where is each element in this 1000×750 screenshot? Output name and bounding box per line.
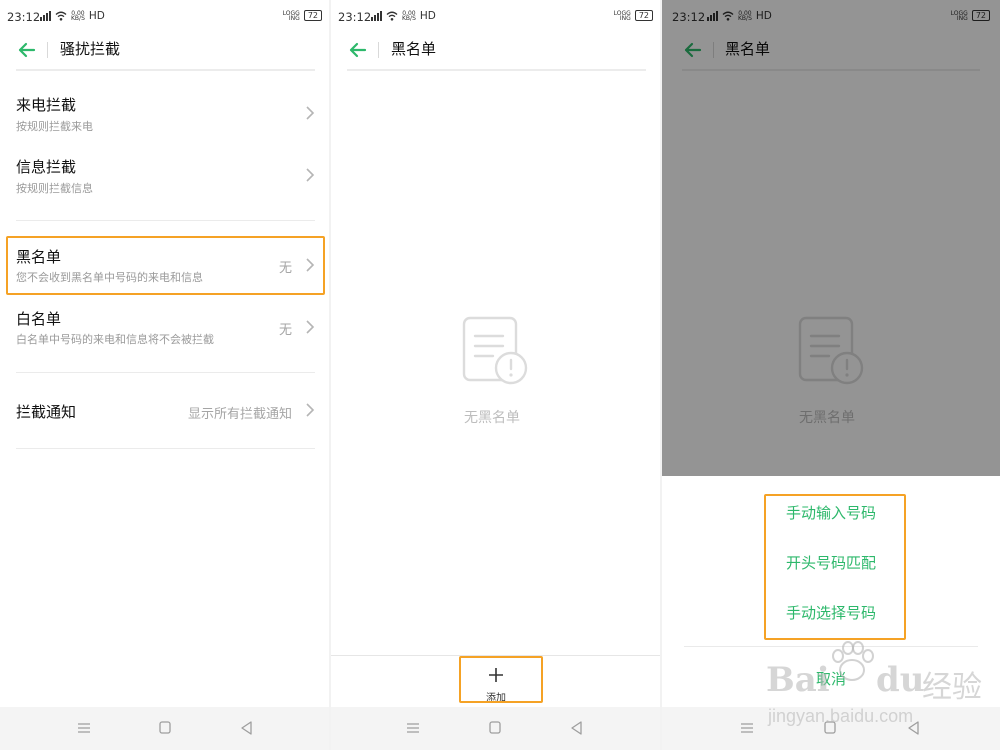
page-title: 黑名单 xyxy=(391,40,437,58)
page-title: 骚扰拦截 xyxy=(60,40,121,58)
item-title: 黑名单 xyxy=(16,248,62,266)
chevron-right-icon xyxy=(306,168,315,182)
menu-icon[interactable] xyxy=(738,720,756,736)
item-value: 无 xyxy=(278,323,292,338)
section-divider xyxy=(16,372,315,373)
dim-overlay[interactable] xyxy=(662,0,1000,476)
harassment-block-screen: 23:12 0.00 KB/S HD LOGG ING 72 骚扰拦截 来电拦截 按… xyxy=(0,0,329,750)
logging-indicator: LOGG ING xyxy=(613,9,631,22)
item-subtitle: 您不会收到黑名单中号码的来电和信息 xyxy=(16,271,203,284)
section-divider xyxy=(16,448,315,449)
header-divider xyxy=(378,42,379,58)
network-speed: 0.00 KB/S xyxy=(71,10,85,22)
empty-document-icon xyxy=(462,316,528,385)
blacklist-item[interactable]: 黑名单 您不会收到黑名单中号码的来电和信息 无 xyxy=(0,240,329,292)
bottom-action-bar: 添加 xyxy=(331,655,660,707)
blacklist-screen: 23:12 0.00 KB/S HD LOGG ING 72 黑名单 无黑名单 … xyxy=(331,0,660,750)
logging-indicator: LOGG ING xyxy=(282,9,300,22)
home-icon[interactable] xyxy=(156,720,174,736)
chevron-right-icon xyxy=(306,106,315,120)
chevron-right-icon xyxy=(306,258,315,272)
item-title: 拦截通知 xyxy=(16,403,77,421)
plus-icon xyxy=(489,668,503,682)
prefix-match-option[interactable]: 开头号码匹配 xyxy=(662,552,1000,573)
add-label: 添加 xyxy=(486,693,506,704)
watermark-du: du xyxy=(876,660,925,700)
item-value: 无 xyxy=(278,261,292,276)
message-block-item[interactable]: 信息拦截 按规则拦截信息 xyxy=(0,150,329,208)
item-subtitle: 按规则拦截信息 xyxy=(16,182,93,195)
call-block-item[interactable]: 来电拦截 按规则拦截来电 xyxy=(0,88,329,146)
hd-indicator: HD xyxy=(88,10,105,22)
screenshot-collage: 23:12 0.00 KB/S HD LOGG ING 72 骚扰拦截 来电拦截 按… xyxy=(0,0,1000,750)
wifi-icon xyxy=(386,11,398,21)
back-triangle-icon[interactable] xyxy=(238,720,256,736)
header-divider xyxy=(47,42,48,58)
chevron-right-icon xyxy=(306,403,315,417)
section-divider xyxy=(16,220,315,221)
status-bar: 23:12 0.00 KB/S HD LOGG ING 72 xyxy=(0,0,329,34)
paw-logo-icon xyxy=(832,641,874,681)
navigation-bar xyxy=(0,707,329,750)
navigation-bar xyxy=(331,707,660,750)
status-time: 23:12 xyxy=(338,10,372,24)
item-value: 显示所有拦截通知 xyxy=(187,407,292,422)
empty-state-text: 无黑名单 xyxy=(464,410,520,426)
back-triangle-icon[interactable] xyxy=(568,720,586,736)
back-arrow-icon[interactable] xyxy=(16,39,38,61)
menu-icon[interactable] xyxy=(75,720,93,736)
app-header: 黑名单 xyxy=(331,34,660,72)
header-bottom-line xyxy=(347,69,646,71)
item-subtitle: 白名单中号码的来电和信息将不会被拦截 xyxy=(16,333,214,346)
block-notification-item[interactable]: 拦截通知 显示所有拦截通知 xyxy=(0,392,329,432)
watermark-url: jingyan.baidu.com xyxy=(768,706,914,726)
manual-select-option[interactable]: 手动选择号码 xyxy=(662,602,1000,623)
item-subtitle: 按规则拦截来电 xyxy=(16,120,93,133)
manual-input-option[interactable]: 手动输入号码 xyxy=(662,502,1000,523)
back-arrow-icon[interactable] xyxy=(347,39,369,61)
battery-icon: 72 xyxy=(303,10,322,21)
item-title: 来电拦截 xyxy=(16,96,77,114)
watermark-brand: Bai xyxy=(766,660,830,700)
status-time: 23:12 xyxy=(7,10,41,24)
blacklist-add-sheet-screen: 23:12 0.00 KB/S HD LOGG ING 72 黑名单 无黑名单 … xyxy=(662,0,1000,750)
battery-icon: 72 xyxy=(634,10,653,21)
whitelist-item[interactable]: 白名单 白名单中号码的来电和信息将不会被拦截 无 xyxy=(0,302,329,354)
watermark-jingyan: 经验 xyxy=(922,670,982,705)
home-icon[interactable] xyxy=(486,720,504,736)
app-header: 骚扰拦截 xyxy=(0,34,329,72)
item-title: 白名单 xyxy=(16,310,62,328)
signal-icon xyxy=(371,11,382,21)
signal-icon xyxy=(40,11,51,21)
add-button[interactable]: 添加 xyxy=(481,664,511,704)
item-title: 信息拦截 xyxy=(16,158,77,176)
hd-indicator: HD xyxy=(419,10,436,22)
wifi-icon xyxy=(55,11,67,21)
status-bar: 23:12 0.00 KB/S HD LOGG ING 72 xyxy=(331,0,660,34)
network-speed: 0.00 KB/S xyxy=(402,10,416,22)
menu-icon[interactable] xyxy=(404,720,422,736)
chevron-right-icon xyxy=(306,320,315,334)
header-bottom-line xyxy=(16,69,315,71)
